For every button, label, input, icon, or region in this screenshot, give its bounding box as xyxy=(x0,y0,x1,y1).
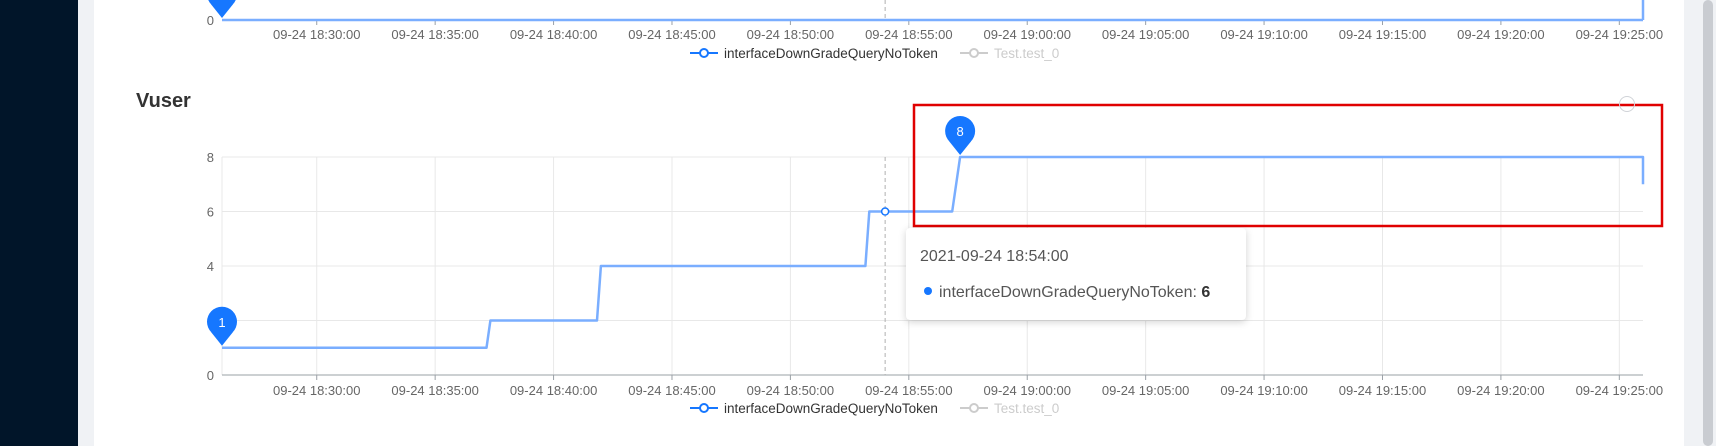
marker-label: 1 xyxy=(218,315,225,330)
x-tick-label: 09-24 19:00:00 xyxy=(983,27,1070,42)
x-tick-label: 09-24 19:25:00 xyxy=(1576,383,1663,398)
legend-label: Test.test_0 xyxy=(994,401,1059,416)
charts-canvas: 0 09-24 18:30:00 09-24 18:35:00 09-24 18:40… xyxy=(207,0,1664,416)
x-tick-label: 09-24 19:05:00 xyxy=(1102,27,1189,42)
x-tick-label: 09-24 18:35:00 xyxy=(391,27,478,42)
chart-top: 0 09-24 18:30:00 09-24 18:35:00 09-24 18:40… xyxy=(207,0,1663,61)
highlight-box xyxy=(912,103,1664,228)
tooltip-series-name: interfaceDownGradeQueryNoToken xyxy=(939,284,1193,301)
y-tick-label: 6 xyxy=(207,205,214,220)
x-tick-label: 09-24 18:30:00 xyxy=(273,383,360,398)
x-tick-label: 09-24 19:00:00 xyxy=(983,383,1070,398)
hover-point xyxy=(880,207,890,216)
x-tick-label: 09-24 18:45:00 xyxy=(628,383,715,398)
y-tick-label: 8 xyxy=(207,150,214,165)
y-tick-label: 4 xyxy=(207,259,214,274)
legend-label: interfaceDownGradeQueryNoToken xyxy=(724,46,938,61)
legend-label: Test.test_0 xyxy=(994,46,1059,61)
marker-label: 0 xyxy=(218,0,225,2)
x-tick-label: 09-24 19:15:00 xyxy=(1339,27,1426,42)
x-tick-label: 09-24 19:10:00 xyxy=(1220,383,1307,398)
section-title-vuser: Vuser xyxy=(136,90,191,112)
marker-label: 8 xyxy=(957,124,964,139)
legend-symbol xyxy=(699,403,709,413)
tooltip-series-dot xyxy=(924,287,932,295)
x-tick-label: 09-24 19:10:00 xyxy=(1220,27,1307,42)
x-tick-label: 09-24 19:20:00 xyxy=(1457,383,1544,398)
y-tick-label: 0 xyxy=(207,368,214,383)
tooltip-row: interfaceDownGradeQueryNoToken: 6 xyxy=(924,284,1210,302)
x-tick-label: 09-24 18:30:00 xyxy=(273,27,360,42)
legend-symbol xyxy=(969,48,979,58)
x-tick-label: 09-24 18:35:00 xyxy=(391,383,478,398)
tooltip-value: 6 xyxy=(1201,284,1211,301)
chart-tooltip: 2021-09-24 18:54:00 interfaceDownGradeQu… xyxy=(906,228,1246,320)
x-tick-label: 09-24 18:40:00 xyxy=(510,383,597,398)
x-tick-label: 09-24 19:15:00 xyxy=(1339,383,1426,398)
tooltip-time: 2021-09-24 18:54:00 xyxy=(920,248,1069,265)
x-tick-label: 09-24 18:50:00 xyxy=(747,27,834,42)
legend-symbol xyxy=(969,403,979,413)
legend-label: interfaceDownGradeQueryNoToken xyxy=(724,401,938,416)
legend-symbol xyxy=(699,48,709,58)
x-tick-label: 09-24 18:40:00 xyxy=(510,27,597,42)
x-tick-label: 09-24 18:55:00 xyxy=(865,27,952,42)
x-tick-label: 09-24 18:50:00 xyxy=(747,383,834,398)
x-tick-label: 09-24 19:25:00 xyxy=(1576,27,1663,42)
x-tick-label: 09-24 18:45:00 xyxy=(628,27,715,42)
y-tick-label: 0 xyxy=(207,13,214,28)
x-tick-label: 09-24 19:05:00 xyxy=(1102,383,1189,398)
help-icon[interactable] xyxy=(1619,96,1635,112)
x-tick-label: 09-24 18:55:00 xyxy=(865,383,952,398)
x-tick-label: 09-24 19:20:00 xyxy=(1457,27,1544,42)
